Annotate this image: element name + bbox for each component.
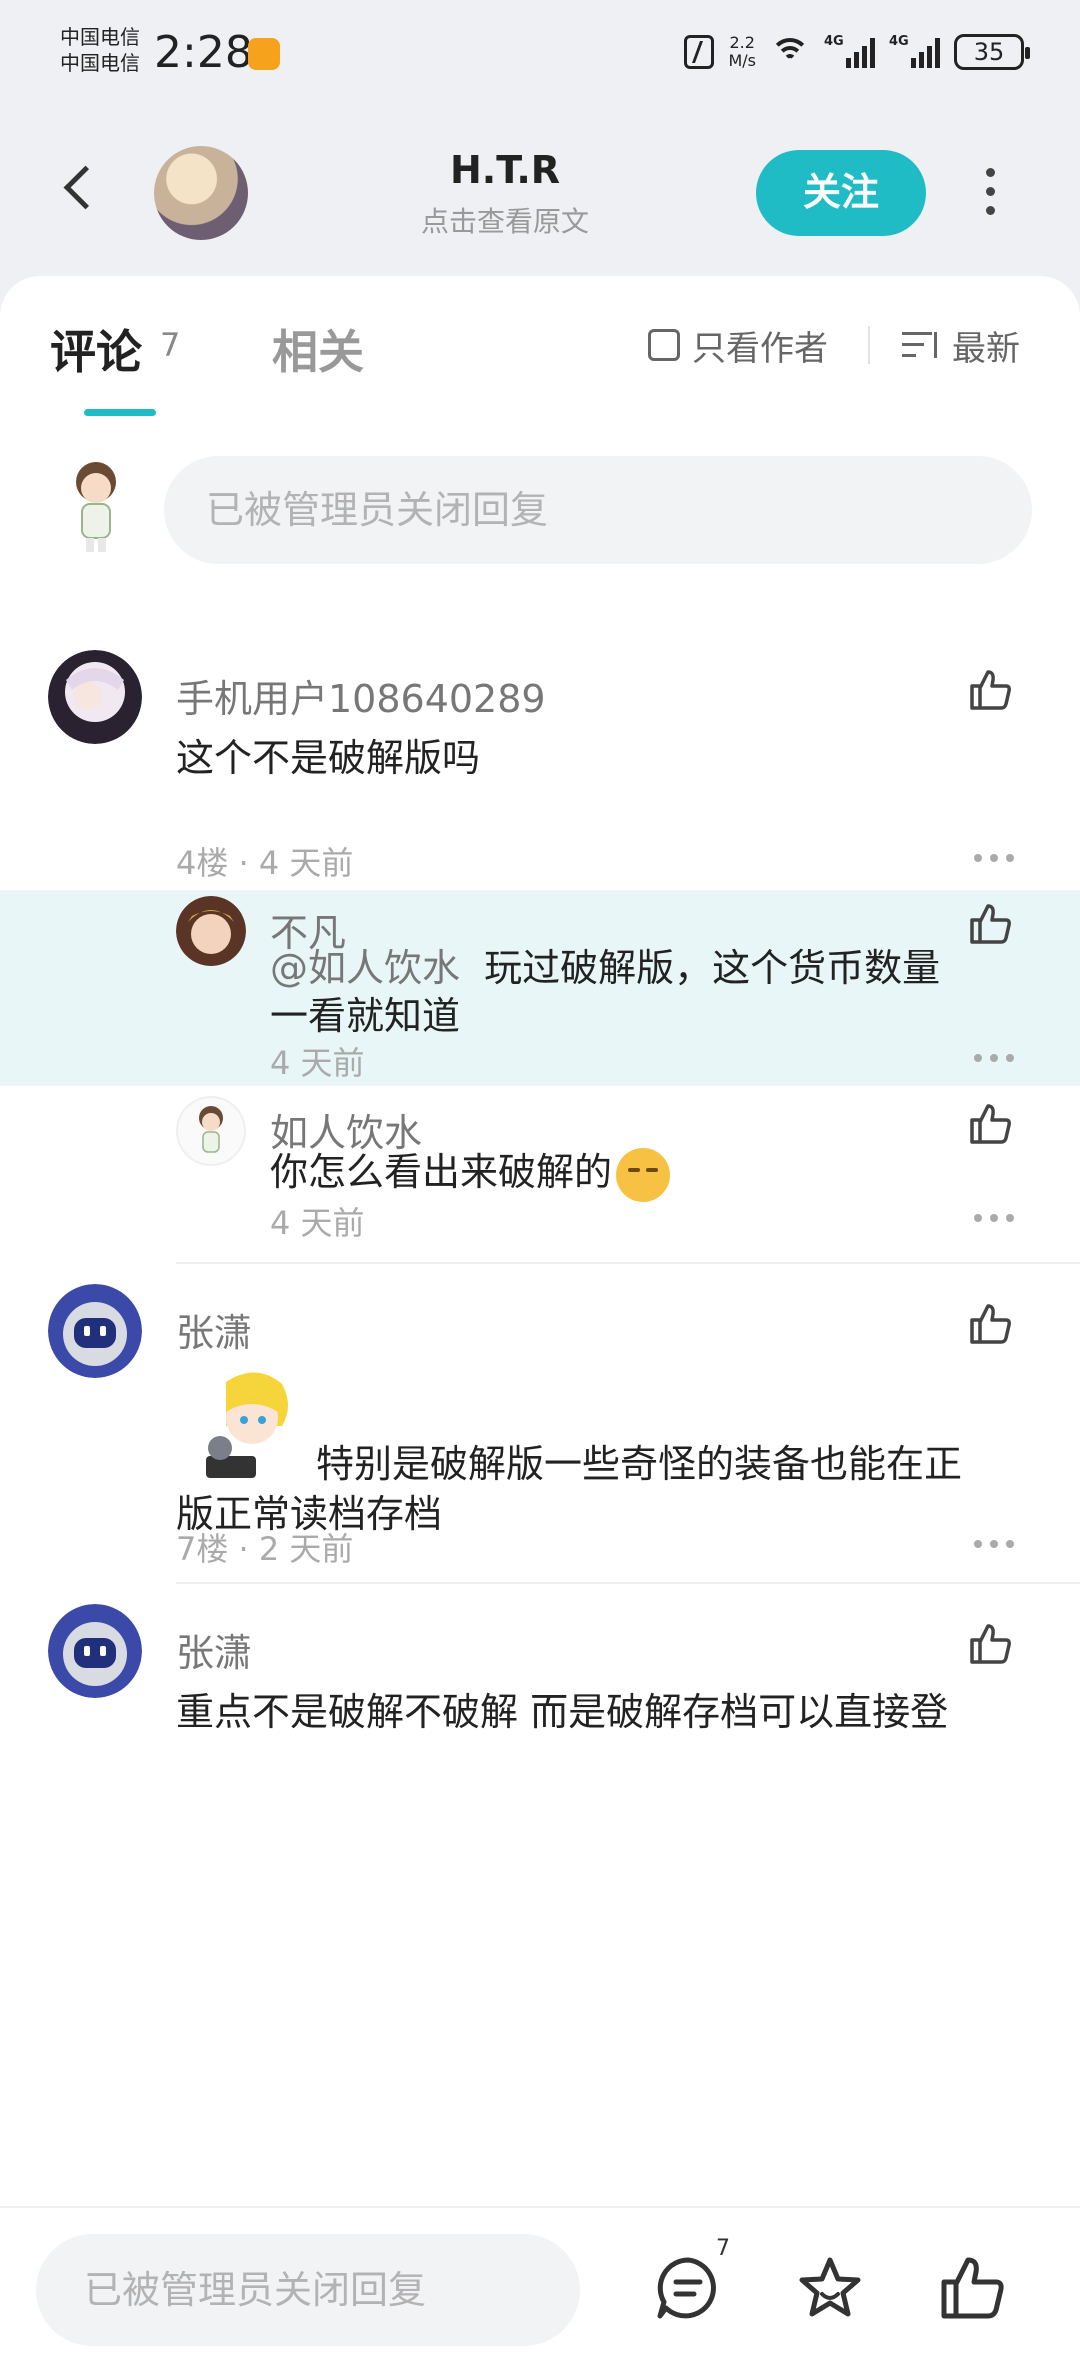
tab-related[interactable]: 相关 <box>272 316 364 382</box>
dizzy-face-emoji-icon <box>616 1147 671 1202</box>
comment-author[interactable]: 张潇 <box>176 1302 252 1357</box>
post-header: H.T.R 点击查看原文 关注 <box>0 110 1080 270</box>
app-notification-icon <box>248 38 280 70</box>
tab-comments[interactable]: 评论 <box>50 316 142 382</box>
comment-author[interactable]: 张潇 <box>176 1622 252 1677</box>
author-only-label: 只看作者 <box>692 328 828 369</box>
thumb-up-icon[interactable] <box>966 1100 1014 1148</box>
comments-count: 7 <box>160 326 181 364</box>
commenter-avatar[interactable] <box>48 650 142 744</box>
status-icons: 2.2 M/s 4G 4G 35 <box>684 30 1030 74</box>
sticker-image <box>206 1372 288 1478</box>
network-speed-value: 2.2 <box>729 33 755 52</box>
network-speed: 2.2 M/s <box>728 34 756 70</box>
clock: 2:28 <box>154 27 253 78</box>
battery-icon: 35 <box>954 34 1030 70</box>
comment-author[interactable]: 手机用户108640289 <box>176 668 546 723</box>
divider <box>868 326 870 364</box>
sort-toggle[interactable]: 最新 <box>902 322 1020 369</box>
comment-meta: 7楼 · 2 天前 <box>176 1530 354 1568</box>
status-bar: 中国电信 中国电信 2:28 2.2 M/s 4G 4G 35 <box>0 0 1080 100</box>
sort-icon <box>902 330 938 360</box>
carrier-2: 中国电信 <box>60 51 140 75</box>
reply-meta: 4 天前 <box>270 1044 365 1082</box>
comment-more-icon[interactable] <box>974 1540 1014 1550</box>
reply-more-icon[interactable] <box>974 1214 1014 1224</box>
divider <box>176 1262 1080 1264</box>
nfc-icon <box>684 35 715 69</box>
comments-sheet: 评论 7 相关 只看作者 最新 已被管理员关闭回复 手机用户108640289 … <box>0 276 1080 2206</box>
thumb-up-icon[interactable] <box>966 666 1014 714</box>
star-icon[interactable] <box>794 2252 866 2324</box>
bottom-action-bar: 已被管理员关闭回复 7 <box>0 2206 1080 2375</box>
signal-2-label: 4G <box>889 34 909 49</box>
comment-meta: 4楼 · 4 天前 <box>176 844 354 882</box>
wifi-icon <box>770 36 810 68</box>
thumb-up-icon[interactable] <box>966 1620 1014 1668</box>
bottom-reply-input-disabled[interactable]: 已被管理员关闭回复 <box>36 2234 580 2346</box>
reply-text-line1: 玩过破解版，这个货币数量 <box>484 946 941 990</box>
reply-text-content: 你怎么看出来破解的 <box>270 1150 613 1194</box>
tab-bar: 评论 7 相关 只看作者 最新 <box>0 276 1080 416</box>
comment-composer: 已被管理员关闭回复 <box>0 446 1080 576</box>
carrier-labels: 中国电信 中国电信 <box>60 24 140 76</box>
commenter-avatar[interactable] <box>48 1604 142 1698</box>
checkbox-icon[interactable] <box>648 329 680 361</box>
reply-more-icon[interactable] <box>974 1054 1014 1064</box>
reply-input-disabled[interactable]: 已被管理员关闭回复 <box>164 456 1032 564</box>
thumb-up-icon[interactable] <box>966 1300 1014 1348</box>
commenter-avatar[interactable] <box>48 1284 142 1378</box>
reply-avatar[interactable] <box>176 896 246 966</box>
comment-icon[interactable] <box>652 2252 724 2324</box>
reply-avatar[interactable] <box>176 1096 246 1166</box>
comment-count-badge: 7 <box>716 2236 730 2261</box>
current-user-avatar <box>76 462 116 552</box>
active-tab-indicator <box>84 409 156 416</box>
sort-label: 最新 <box>952 328 1020 369</box>
carrier-1: 中国电信 <box>60 25 140 49</box>
network-speed-unit: M/s <box>728 51 756 70</box>
thumb-up-icon[interactable] <box>966 900 1014 948</box>
signal-icon-1: 4G <box>824 34 875 68</box>
divider <box>176 1582 1080 1584</box>
signal-icon-2: 4G <box>889 34 940 68</box>
signal-1-label: 4G <box>824 34 844 49</box>
comment-more-icon[interactable] <box>974 854 1014 864</box>
thumb-up-icon[interactable] <box>936 2252 1008 2324</box>
more-menu-icon[interactable] <box>982 168 998 218</box>
comment-text: 重点不是破解不破解 而是破解存档可以直接登 <box>176 1690 949 1734</box>
author-only-toggle[interactable]: 只看作者 <box>648 322 828 369</box>
comment-text: 这个不是破解版吗 <box>176 736 481 780</box>
follow-button[interactable]: 关注 <box>756 150 926 236</box>
reply-meta: 4 天前 <box>270 1204 365 1242</box>
